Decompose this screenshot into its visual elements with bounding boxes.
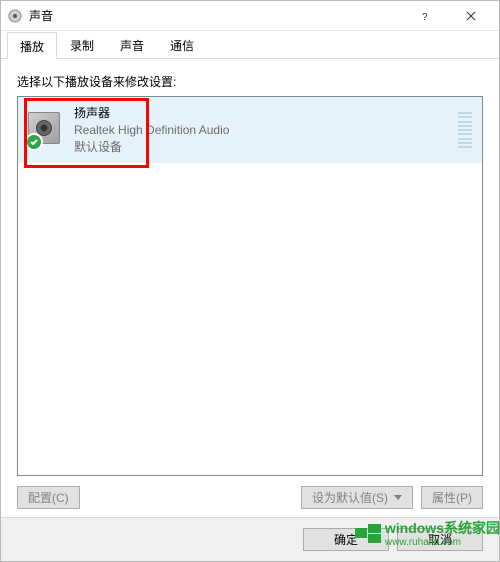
window-controls: ? (403, 2, 493, 30)
watermark-subtitle: 系统家园 (444, 520, 500, 536)
tab-communications[interactable]: 通信 (157, 31, 207, 58)
watermark: windows系统家园 www.ruhaifu.com (355, 518, 500, 548)
speaker-icon (28, 112, 64, 148)
watermark-text: windows系统家园 www.ruhaifu.com (385, 518, 500, 548)
watermark-url: www.ruhaifu.com (385, 538, 500, 548)
instruction-text: 选择以下播放设备来修改设置: (17, 73, 483, 90)
level-meter-icon (458, 112, 472, 148)
set-default-button[interactable]: 设为默认值(S) (301, 486, 413, 509)
app-icon (7, 8, 23, 24)
tab-playback[interactable]: 播放 (7, 32, 57, 59)
help-button[interactable]: ? (403, 2, 448, 30)
tab-strip: 播放 录制 声音 通信 (1, 31, 499, 59)
configure-button[interactable]: 配置(C) (17, 486, 80, 509)
svg-text:?: ? (422, 12, 428, 21)
device-name: 扬声器 (74, 105, 229, 122)
device-item-speakers[interactable]: 扬声器 Realtek High Definition Audio 默认设备 (18, 97, 482, 163)
window-title: 声音 (29, 7, 403, 24)
tab-content: 选择以下播放设备来修改设置: 扬声器 Realtek High Definiti… (1, 59, 499, 517)
device-description: Realtek High Definition Audio (74, 122, 229, 139)
device-status: 默认设备 (74, 139, 229, 156)
device-text: 扬声器 Realtek High Definition Audio 默认设备 (74, 105, 229, 155)
tab-sounds[interactable]: 声音 (107, 31, 157, 58)
close-button[interactable] (448, 2, 493, 30)
properties-button[interactable]: 属性(P) (421, 486, 483, 509)
watermark-icon (355, 522, 381, 544)
tab-recording[interactable]: 录制 (57, 31, 107, 58)
sound-dialog: 声音 ? 播放 录制 声音 通信 选择以下播放设备来修改设置: (0, 0, 500, 562)
titlebar: 声音 ? (1, 1, 499, 31)
device-actions: 配置(C) 设为默认值(S) 属性(P) (17, 486, 483, 509)
watermark-brand: windows (385, 520, 444, 536)
default-check-icon (25, 133, 43, 151)
device-list[interactable]: 扬声器 Realtek High Definition Audio 默认设备 (17, 96, 483, 476)
